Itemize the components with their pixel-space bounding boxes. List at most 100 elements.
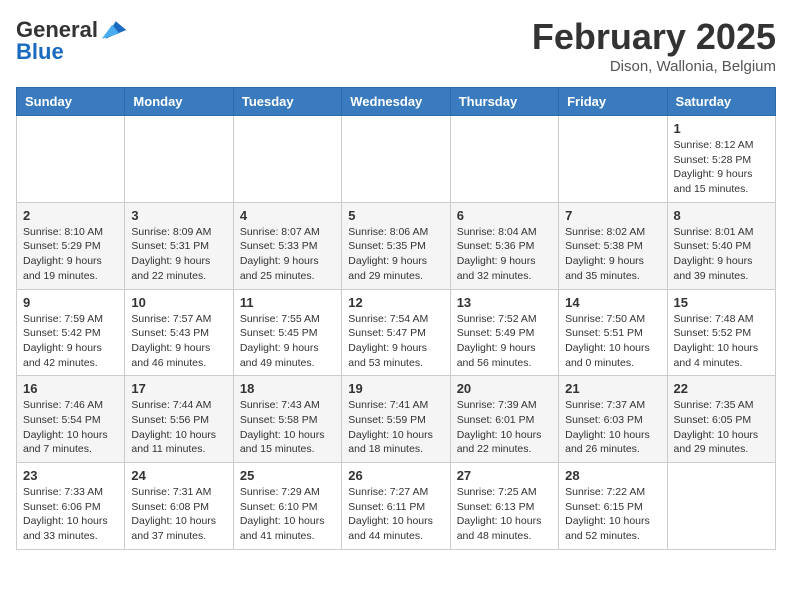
calendar-cell: 15 Sunrise: 7:48 AM Sunset: 5:52 PM Dayli… [667, 289, 775, 376]
calendar-cell: 20 Sunrise: 7:39 AM Sunset: 6:01 PM Dayli… [450, 376, 558, 463]
day-number: 18 [240, 381, 335, 396]
day-number: 15 [674, 295, 769, 310]
calendar-cell: 13 Sunrise: 7:52 AM Sunset: 5:49 PM Dayli… [450, 289, 558, 376]
day-number: 12 [348, 295, 443, 310]
calendar-cell: 17 Sunrise: 7:44 AM Sunset: 5:56 PM Dayli… [125, 376, 233, 463]
day-number: 7 [565, 208, 660, 223]
calendar-cell: 5 Sunrise: 8:06 AM Sunset: 5:35 PM Daylig… [342, 202, 450, 289]
day-number: 28 [565, 468, 660, 483]
calendar-cell: 9 Sunrise: 7:59 AM Sunset: 5:42 PM Daylig… [17, 289, 125, 376]
day-info: Sunrise: 7:50 AM Sunset: 5:51 PM Dayligh… [565, 313, 650, 369]
calendar-cell: 8 Sunrise: 8:01 AM Sunset: 5:40 PM Daylig… [667, 202, 775, 289]
day-number: 13 [457, 295, 552, 310]
calendar-cell: 22 Sunrise: 7:35 AM Sunset: 6:05 PM Dayli… [667, 376, 775, 463]
day-number: 17 [131, 381, 226, 396]
day-info: Sunrise: 7:27 AM Sunset: 6:11 PM Dayligh… [348, 486, 433, 542]
calendar-cell: 21 Sunrise: 7:37 AM Sunset: 6:03 PM Dayli… [559, 376, 667, 463]
day-info: Sunrise: 8:07 AM Sunset: 5:33 PM Dayligh… [240, 226, 320, 282]
title-block: February 2025 Dison, Wallonia, Belgium [532, 16, 776, 75]
day-info: Sunrise: 7:48 AM Sunset: 5:52 PM Dayligh… [674, 313, 759, 369]
day-number: 14 [565, 295, 660, 310]
day-number: 24 [131, 468, 226, 483]
day-info: Sunrise: 7:55 AM Sunset: 5:45 PM Dayligh… [240, 313, 320, 369]
day-info: Sunrise: 7:41 AM Sunset: 5:59 PM Dayligh… [348, 399, 433, 455]
day-number: 22 [674, 381, 769, 396]
day-info: Sunrise: 7:29 AM Sunset: 6:10 PM Dayligh… [240, 486, 325, 542]
day-number: 5 [348, 208, 443, 223]
day-info: Sunrise: 8:01 AM Sunset: 5:40 PM Dayligh… [674, 226, 754, 282]
day-info: Sunrise: 7:52 AM Sunset: 5:49 PM Dayligh… [457, 313, 537, 369]
day-number: 19 [348, 381, 443, 396]
calendar-title: February 2025 [532, 16, 776, 58]
day-number: 25 [240, 468, 335, 483]
day-number: 8 [674, 208, 769, 223]
calendar-cell: 27Sunrise: 7:25 AM Sunset: 6:13 PM Dayli… [450, 463, 558, 550]
weekday-header-sunday: Sunday [17, 88, 125, 116]
calendar-cell [233, 116, 341, 203]
day-number: 23 [23, 468, 118, 483]
day-info: Sunrise: 7:25 AM Sunset: 6:13 PM Dayligh… [457, 486, 542, 542]
calendar-table: SundayMondayTuesdayWednesdayThursdayFrid… [16, 87, 776, 550]
weekday-header-monday: Monday [125, 88, 233, 116]
day-number: 10 [131, 295, 226, 310]
logo: General Blue [16, 16, 128, 64]
day-number: 4 [240, 208, 335, 223]
day-number: 20 [457, 381, 552, 396]
day-info: Sunrise: 8:02 AM Sunset: 5:38 PM Dayligh… [565, 226, 645, 282]
calendar-cell: 1 Sunrise: 8:12 AM Sunset: 5:28 PM Daylig… [667, 116, 775, 203]
calendar-cell: 7 Sunrise: 8:02 AM Sunset: 5:38 PM Daylig… [559, 202, 667, 289]
calendar-cell: 12 Sunrise: 7:54 AM Sunset: 5:47 PM Dayli… [342, 289, 450, 376]
weekday-header-saturday: Saturday [667, 88, 775, 116]
logo-icon [100, 16, 128, 44]
day-info: Sunrise: 7:35 AM Sunset: 6:05 PM Dayligh… [674, 399, 759, 455]
calendar-cell [559, 116, 667, 203]
calendar-cell [667, 463, 775, 550]
calendar-cell [450, 116, 558, 203]
day-number: 16 [23, 381, 118, 396]
day-info: Sunrise: 8:10 AM Sunset: 5:29 PM Dayligh… [23, 226, 103, 282]
day-info: Sunrise: 7:54 AM Sunset: 5:47 PM Dayligh… [348, 313, 428, 369]
calendar-cell: 10 Sunrise: 7:57 AM Sunset: 5:43 PM Dayli… [125, 289, 233, 376]
calendar-cell: 23 Sunrise: 7:33 AM Sunset: 6:06 PM Dayli… [17, 463, 125, 550]
day-info: Sunrise: 8:12 AM Sunset: 5:28 PM Dayligh… [674, 139, 754, 195]
day-info: Sunrise: 8:04 AM Sunset: 5:36 PM Dayligh… [457, 226, 537, 282]
day-info: Sunrise: 7:57 AM Sunset: 5:43 PM Dayligh… [131, 313, 211, 369]
day-info: Sunrise: 8:09 AM Sunset: 5:31 PM Dayligh… [131, 226, 211, 282]
weekday-header-thursday: Thursday [450, 88, 558, 116]
day-info: Sunrise: 7:43 AM Sunset: 5:58 PM Dayligh… [240, 399, 325, 455]
weekday-header-friday: Friday [559, 88, 667, 116]
day-info: Sunrise: 7:59 AM Sunset: 5:42 PM Dayligh… [23, 313, 103, 369]
day-number: 21 [565, 381, 660, 396]
calendar-cell: 26Sunrise: 7:27 AM Sunset: 6:11 PM Dayli… [342, 463, 450, 550]
week-row-1: 1 Sunrise: 8:12 AM Sunset: 5:28 PM Daylig… [17, 116, 776, 203]
calendar-subtitle: Dison, Wallonia, Belgium [532, 58, 776, 75]
day-number: 9 [23, 295, 118, 310]
day-number: 3 [131, 208, 226, 223]
day-info: Sunrise: 7:44 AM Sunset: 5:56 PM Dayligh… [131, 399, 216, 455]
weekday-header-wednesday: Wednesday [342, 88, 450, 116]
calendar-cell: 25 Sunrise: 7:29 AM Sunset: 6:10 PM Dayli… [233, 463, 341, 550]
calendar-cell: 3 Sunrise: 8:09 AM Sunset: 5:31 PM Daylig… [125, 202, 233, 289]
day-info: Sunrise: 7:22 AM Sunset: 6:15 PM Dayligh… [565, 486, 650, 542]
week-row-2: 2Sunrise: 8:10 AM Sunset: 5:29 PM Daylig… [17, 202, 776, 289]
calendar-cell: 18 Sunrise: 7:43 AM Sunset: 5:58 PM Dayli… [233, 376, 341, 463]
calendar-cell: 16 Sunrise: 7:46 AM Sunset: 5:54 PM Dayli… [17, 376, 125, 463]
calendar-cell: 14 Sunrise: 7:50 AM Sunset: 5:51 PM Dayli… [559, 289, 667, 376]
calendar-cell [125, 116, 233, 203]
calendar-cell [342, 116, 450, 203]
day-info: Sunrise: 7:33 AM Sunset: 6:06 PM Dayligh… [23, 486, 108, 542]
week-row-3: 9 Sunrise: 7:59 AM Sunset: 5:42 PM Daylig… [17, 289, 776, 376]
day-info: Sunrise: 7:46 AM Sunset: 5:54 PM Dayligh… [23, 399, 108, 455]
day-info: Sunrise: 8:06 AM Sunset: 5:35 PM Dayligh… [348, 226, 428, 282]
week-row-4: 16 Sunrise: 7:46 AM Sunset: 5:54 PM Dayli… [17, 376, 776, 463]
calendar-cell: 19 Sunrise: 7:41 AM Sunset: 5:59 PM Dayli… [342, 376, 450, 463]
day-number: 1 [674, 121, 769, 136]
weekday-header-tuesday: Tuesday [233, 88, 341, 116]
day-info: Sunrise: 7:37 AM Sunset: 6:03 PM Dayligh… [565, 399, 650, 455]
day-info: Sunrise: 7:39 AM Sunset: 6:01 PM Dayligh… [457, 399, 542, 455]
calendar-cell [17, 116, 125, 203]
week-row-5: 23 Sunrise: 7:33 AM Sunset: 6:06 PM Dayli… [17, 463, 776, 550]
calendar-cell: 24Sunrise: 7:31 AM Sunset: 6:08 PM Dayli… [125, 463, 233, 550]
weekday-header-row: SundayMondayTuesdayWednesdayThursdayFrid… [17, 88, 776, 116]
calendar-cell: 2Sunrise: 8:10 AM Sunset: 5:29 PM Daylig… [17, 202, 125, 289]
